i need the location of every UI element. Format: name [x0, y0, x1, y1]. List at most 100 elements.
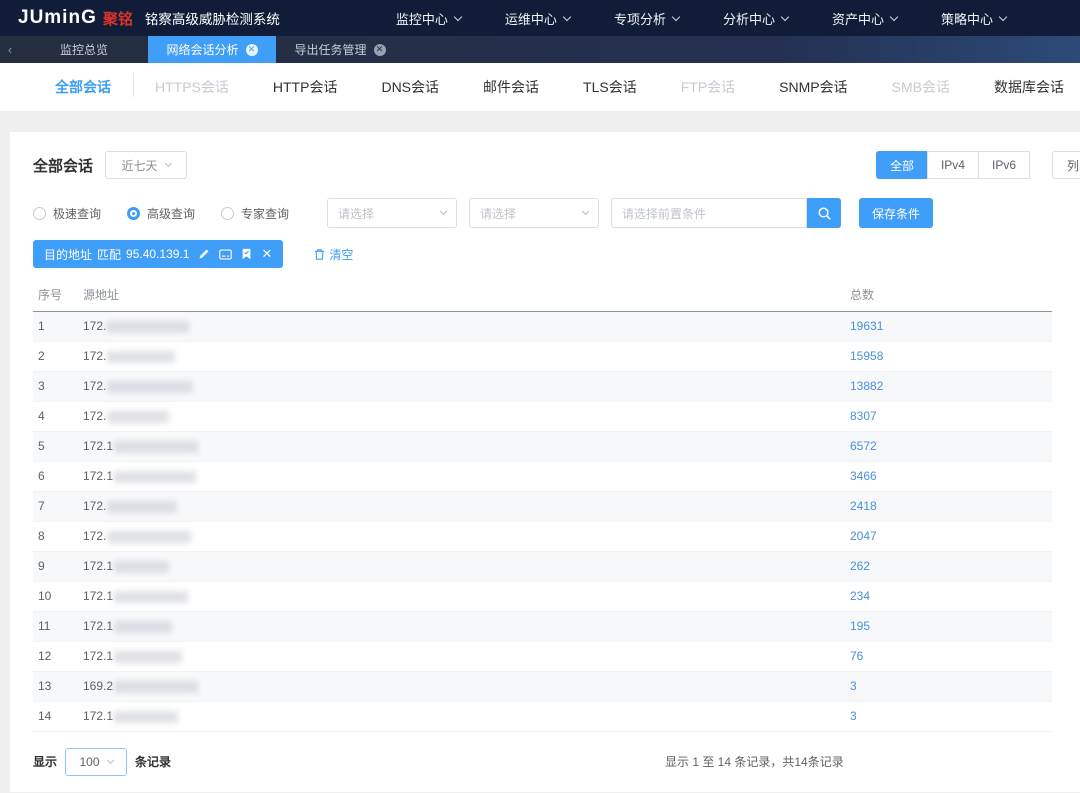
window-tab[interactable]: 网络会话分析 ✕: [148, 36, 276, 63]
total-count-link[interactable]: 262: [850, 559, 870, 573]
session-tab[interactable]: SNMP会话: [779, 77, 847, 97]
table-row: 12 172.1 76: [33, 641, 1052, 671]
nav-menu-item[interactable]: 资产中心: [832, 9, 897, 28]
window-tab[interactable]: 监控总览 ✕: [20, 36, 148, 63]
nav-menu-item[interactable]: 分析中心: [723, 9, 788, 28]
records-label: 条记录: [135, 753, 171, 770]
header-right-controls: 全部 IPv4 IPv6 列: [876, 151, 1080, 179]
nav-menu-item[interactable]: 专项分析: [614, 9, 679, 28]
source-address-cell: 172.: [78, 341, 845, 371]
source-address-cell: 172.1: [78, 431, 845, 461]
source-ip-prefix: 172.1: [83, 439, 113, 453]
total-count-link[interactable]: 76: [850, 649, 863, 663]
query-mode-label: 极速查询: [53, 205, 101, 222]
total-count-link[interactable]: 234: [850, 589, 870, 603]
total-count-link[interactable]: 15958: [850, 349, 883, 363]
filter-tag[interactable]: 目的地址 匹配 95.40.139.1 ✕: [33, 240, 283, 268]
session-tab[interactable]: 数据库会话: [994, 77, 1064, 97]
session-tab[interactable]: 邮件会话: [483, 77, 539, 97]
total-count-cell: 76: [845, 641, 1052, 671]
close-icon[interactable]: ✕: [374, 44, 386, 56]
source-address-cell: 172.1: [78, 551, 845, 581]
page-size-value: 100: [80, 755, 100, 769]
query-mode-radio[interactable]: 极速查询: [33, 205, 101, 222]
session-tab[interactable]: HTTP会话: [273, 77, 338, 97]
ip-version-label: 全部: [890, 157, 914, 174]
source-ip-prefix: 172.: [83, 319, 106, 333]
redacted-ip-segment: [114, 591, 188, 603]
operator-select[interactable]: 请选择: [469, 198, 599, 228]
total-count-link[interactable]: 13882: [850, 379, 883, 393]
clear-all-button[interactable]: 清空: [313, 246, 353, 263]
source-address-cell: 172.: [78, 401, 845, 431]
session-tab[interactable]: DNS会话: [381, 77, 439, 97]
trash-icon: [313, 248, 326, 261]
session-tab[interactable]: SMB会话: [892, 77, 950, 97]
total-count-cell: 234: [845, 581, 1052, 611]
card-icon[interactable]: [219, 249, 232, 260]
nav-menu-item[interactable]: 运维中心: [505, 9, 570, 28]
total-count-cell: 19631: [845, 311, 1052, 341]
total-count-cell: 3: [845, 701, 1052, 731]
filter-row: 目的地址 匹配 95.40.139.1 ✕ 清空: [33, 240, 1080, 268]
redacted-ip-segment: [114, 651, 182, 663]
source-ip-prefix: 172.: [83, 379, 106, 393]
table-row: 5 172.1 6572: [33, 431, 1052, 461]
session-tab[interactable]: HTTPS会话: [155, 77, 229, 97]
back-chevron-icon[interactable]: ‹: [0, 36, 20, 63]
total-count-link[interactable]: 8307: [850, 409, 877, 423]
session-tab-label: 全部会话: [55, 79, 111, 95]
total-count-link[interactable]: 3: [850, 679, 857, 693]
query-mode-radio[interactable]: 专家查询: [221, 205, 289, 222]
ip-version-button[interactable]: IPv4: [927, 151, 979, 179]
save-condition-button[interactable]: 保存条件: [859, 198, 933, 228]
column-settings-button[interactable]: 列: [1052, 151, 1080, 179]
bookmark-icon[interactable]: [241, 248, 252, 260]
session-tab[interactable]: 全部会话: [55, 77, 111, 97]
ip-version-button[interactable]: IPv6: [978, 151, 1030, 179]
ip-version-label: IPv6: [992, 158, 1016, 172]
remove-filter-icon[interactable]: ✕: [261, 246, 272, 262]
source-ip-prefix: 172.: [83, 529, 106, 543]
row-index: 11: [33, 611, 78, 641]
source-ip-prefix: 172.1: [83, 619, 113, 633]
condition-input[interactable]: 请选择前置条件: [611, 198, 807, 228]
field-select[interactable]: 请选择: [327, 198, 457, 228]
total-count-link[interactable]: 19631: [850, 319, 883, 333]
total-count-link[interactable]: 3: [850, 709, 857, 723]
panel-header: 全部会话 近七天 全部 IPv4 IPv6: [33, 150, 1080, 180]
total-count-link[interactable]: 2418: [850, 499, 877, 513]
nav-menu-item[interactable]: 策略中心: [941, 9, 1006, 28]
chevron-down-icon: [454, 12, 462, 20]
session-tab-label: DNS会话: [381, 79, 439, 95]
table-row: 4 172. 8307: [33, 401, 1052, 431]
edit-icon[interactable]: [198, 248, 210, 260]
search-button[interactable]: [807, 198, 841, 228]
total-count-cell: 2418: [845, 491, 1052, 521]
nav-menu-label: 专项分析: [614, 9, 666, 28]
chevron-down-icon: [440, 208, 447, 215]
chevron-down-icon: [781, 12, 789, 20]
nav-menu-item[interactable]: 监控中心: [396, 9, 461, 28]
total-count-link[interactable]: 3466: [850, 469, 877, 483]
page-title: 全部会话: [33, 155, 93, 176]
close-icon[interactable]: ✕: [246, 44, 258, 56]
ip-version-toggle: 全部 IPv4 IPv6: [876, 151, 1030, 179]
total-count-link[interactable]: 2047: [850, 529, 877, 543]
query-mode-radio[interactable]: 高级查询: [127, 205, 195, 222]
row-index: 12: [33, 641, 78, 671]
session-tab[interactable]: FTP会话: [681, 77, 735, 97]
nav-menu-label: 运维中心: [505, 9, 557, 28]
time-range-value: 近七天: [122, 157, 158, 174]
time-range-select[interactable]: 近七天: [105, 151, 187, 179]
redacted-ip-segment: [114, 711, 178, 723]
total-count-link[interactable]: 195: [850, 619, 870, 633]
chevron-down-icon: [890, 12, 898, 20]
window-tab[interactable]: 导出任务管理 ✕: [276, 36, 404, 63]
radio-icon: [33, 207, 46, 220]
ip-version-button[interactable]: 全部: [876, 151, 928, 179]
source-address-cell: 172.1: [78, 611, 845, 641]
session-tab[interactable]: TLS会话: [583, 77, 637, 97]
total-count-link[interactable]: 6572: [850, 439, 877, 453]
page-size-select[interactable]: 100: [65, 748, 127, 776]
